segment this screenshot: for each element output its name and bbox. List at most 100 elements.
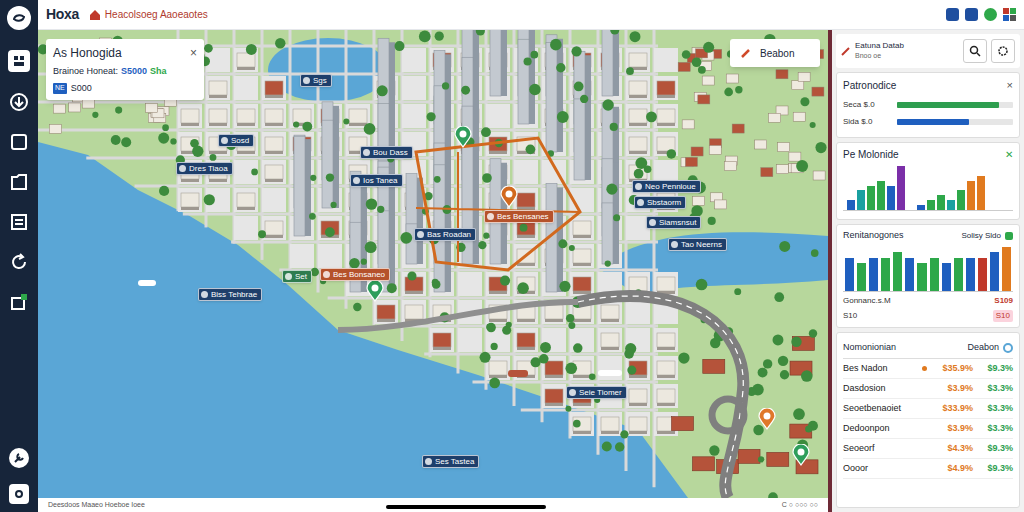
chart-bar: [990, 252, 999, 291]
row-value-b: $3.3%: [977, 382, 1013, 396]
chart-bar: [917, 263, 926, 291]
row-marker: [922, 366, 927, 371]
map-terrain[interactable]: [38, 30, 828, 498]
label-dot-icon: [637, 199, 644, 206]
table-row[interactable]: Bes Nadon$35.9%$9.3%: [843, 359, 1013, 379]
bar-chart: [843, 246, 1013, 292]
bar-group: [847, 165, 905, 210]
label-dot-icon: [487, 213, 494, 220]
download-icon[interactable]: [9, 92, 29, 112]
map-label[interactable]: Sgs: [300, 74, 332, 87]
map-label-text: Bes Bonsaneo: [333, 269, 385, 280]
card-badge: NE: [53, 83, 67, 94]
row-marker: [922, 466, 927, 471]
map-label-text: Bou Dass: [373, 147, 408, 158]
folder-icon[interactable]: [9, 172, 29, 192]
map-label[interactable]: Tao Neerns: [668, 238, 727, 251]
status-icon: [1005, 232, 1013, 240]
badge-icon[interactable]: [965, 8, 978, 21]
chart-bar: [930, 258, 939, 291]
summary-label: Sida $.0: [843, 116, 891, 128]
table-row[interactable]: Dasdosion$3.9%$3.3%: [843, 379, 1013, 399]
app-logo[interactable]: Hoxa: [46, 4, 79, 25]
map-label[interactable]: Dres Tiaoa: [176, 162, 233, 175]
header-title: Heacolsoeg Aaoeaotes: [89, 7, 208, 22]
edit-button[interactable]: Beabon: [730, 39, 820, 67]
row-value-a: $3.9%: [931, 382, 973, 396]
chart-bar: [877, 181, 885, 210]
map-label[interactable]: Neo Pennioue: [632, 180, 701, 193]
edit-button-label[interactable]: Beabon: [760, 46, 794, 61]
map-label[interactable]: Sbstaorm: [634, 196, 686, 209]
map-label-text: Ios Tanea: [363, 175, 398, 186]
map-label-text: Bes Bensanes: [497, 211, 549, 222]
map-label[interactable]: Ses Tastea: [422, 455, 479, 468]
map-label[interactable]: Sosd: [218, 134, 254, 147]
status-icon[interactable]: [984, 8, 997, 21]
workspace: Hoxa Heacolsoeg Aaoeaotes Sgs Sosd Dres Tia…: [38, 0, 1024, 512]
map-label[interactable]: Bes Bensanes: [484, 210, 554, 223]
map-pin-icon[interactable]: [792, 444, 810, 466]
map-pin-icon[interactable]: [454, 126, 472, 148]
document-icon[interactable]: [9, 212, 29, 232]
page-icon[interactable]: [9, 132, 29, 152]
map-pin-icon[interactable]: [758, 408, 776, 430]
panel-heading: Eatuna DatabBnoo oe: [855, 41, 904, 61]
map-label-text: Sbstaorm: [647, 197, 681, 208]
table-row[interactable]: Seoeorf$4.3%$9.3%: [843, 439, 1013, 459]
chart-bar: [857, 190, 865, 210]
map-label[interactable]: Biss Tehbrae: [198, 288, 262, 301]
shield-icon[interactable]: [946, 8, 959, 21]
close-button[interactable]: ×: [190, 44, 197, 62]
logo-icon[interactable]: [7, 6, 31, 30]
map-label-text: Biss Tehbrae: [211, 289, 257, 300]
refresh-icon[interactable]: [9, 252, 29, 272]
chart-card: RenitanogonesSolisy SldoGonnanc.s.MS109S…: [836, 224, 1020, 328]
app-subtitle: Heacolsoeg Aaoeaotes: [105, 7, 208, 22]
map-label[interactable]: Bes Bonsaneo: [320, 268, 390, 281]
map-label[interactable]: Bas Roadan: [414, 228, 476, 241]
map-label[interactable]: Set: [282, 270, 312, 283]
map-label-text: Neo Pennioue: [645, 181, 696, 192]
map-pin-icon[interactable]: [366, 280, 384, 302]
summary-track: [897, 102, 1013, 108]
card-value-row: NES000: [53, 82, 197, 96]
map-label-text: Tao Neerns: [681, 239, 722, 250]
chart-action[interactable]: ✕: [1005, 147, 1013, 162]
row-value-a: $4.9%: [931, 462, 973, 476]
apps-icon[interactable]: [1003, 8, 1016, 21]
row-name: Seoeorf: [843, 442, 918, 456]
export-icon[interactable]: [9, 292, 29, 312]
tools-icon[interactable]: [9, 448, 29, 468]
search-button[interactable]: [963, 39, 987, 63]
chart-footer-row: Gonnanc.s.MS109: [843, 295, 1013, 307]
table-title: Nomonionian: [843, 341, 896, 355]
panel-header: Eatuna DatabBnoo oe: [836, 34, 1020, 68]
map[interactable]: Sgs Sosd Dres Tiaoa Bou Dass Ios Tanea Bes Be…: [38, 30, 828, 498]
table-row[interactable]: Seoetbenaoiet$33.9%$3.3%: [843, 399, 1013, 419]
table-action[interactable]: Deabon: [967, 341, 999, 355]
map-view[interactable]: Sgs Sosd Dres Tiaoa Bou Dass Ios Tanea Bes Be…: [38, 30, 828, 512]
table-row[interactable]: Oooor$4.9%$9.3%: [843, 459, 1013, 479]
right-panel: Eatuna DatabBnoo oePatronodice×Seca $.0S…: [828, 30, 1024, 512]
chart-bar: [977, 176, 985, 210]
dashboard-icon[interactable]: [8, 50, 30, 72]
table-row[interactable]: Dedoonpon$3.9%$3.3%: [843, 419, 1013, 439]
card-title: As Honogida: [53, 44, 122, 62]
chart-bar: [917, 205, 925, 210]
map-pin-icon[interactable]: [500, 186, 518, 208]
refresh-icon[interactable]: [1003, 343, 1013, 353]
summary-header: Patronodice×: [843, 77, 1013, 94]
map-label[interactable]: Siamsnsut: [646, 216, 701, 229]
label-dot-icon: [179, 165, 186, 172]
map-label[interactable]: Bou Dass: [360, 146, 413, 159]
close-button[interactable]: ×: [1007, 77, 1013, 94]
card-header: As Honogida ×: [53, 44, 197, 62]
settings-icon[interactable]: [9, 484, 29, 504]
map-label[interactable]: Ios Tanea: [350, 174, 403, 187]
pencil-icon: [740, 47, 752, 59]
row-value-b: $3.3%: [977, 422, 1013, 436]
map-label[interactable]: Seie Tiomer: [566, 386, 627, 399]
settings-button[interactable]: [991, 39, 1015, 63]
bar-chart: [843, 165, 1013, 211]
